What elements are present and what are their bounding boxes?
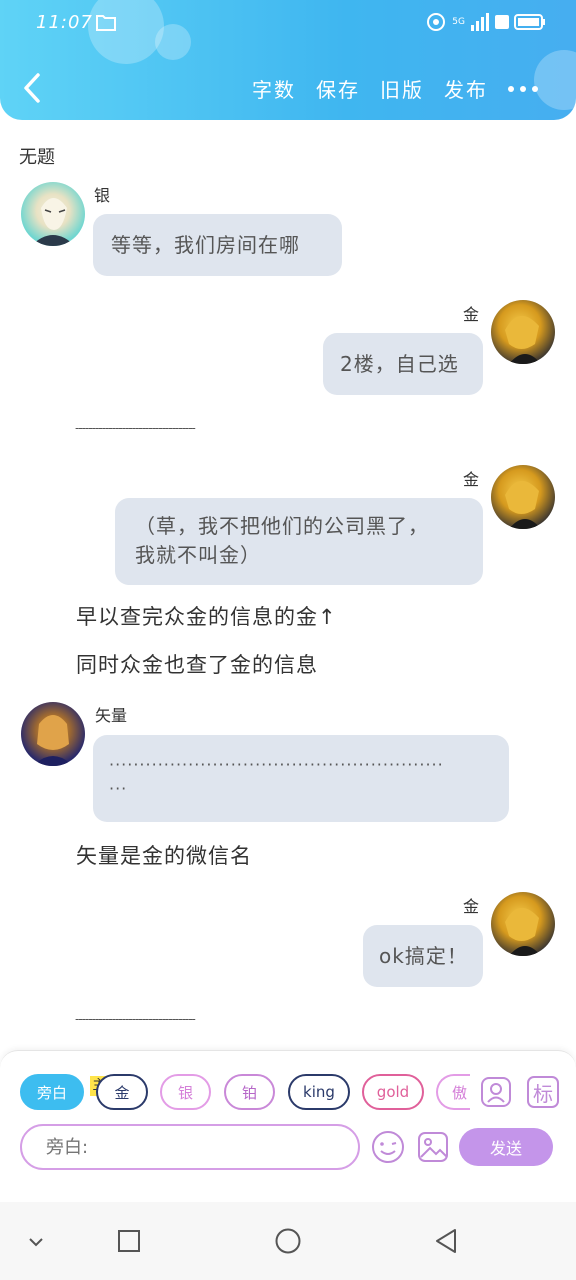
narration-text: 同时众金也查了金的信息 xyxy=(76,653,318,677)
role-chip-narrator[interactable]: 旁白 xyxy=(20,1074,84,1110)
status-time: 11:07 xyxy=(36,12,93,33)
more-button[interactable] xyxy=(508,86,538,92)
narration-text: 矢量是金的微信名 xyxy=(76,844,252,868)
chevron-down-icon xyxy=(29,1238,43,1247)
role-chip-bo[interactable]: 铂 xyxy=(224,1074,275,1110)
system-nav-bar xyxy=(0,1202,576,1280)
message-bubble[interactable]: 2楼，自己选 xyxy=(323,333,483,395)
chevron-left-icon xyxy=(24,73,40,103)
publish-button[interactable]: 发布 xyxy=(444,74,488,103)
nav-collapse-button[interactable] xyxy=(28,1233,44,1252)
decor-bubble xyxy=(534,50,576,110)
emoji-button[interactable] xyxy=(371,1130,405,1168)
message-bubble[interactable]: ok搞定！ xyxy=(363,925,483,987)
send-button[interactable]: 发送 xyxy=(459,1128,553,1166)
role-chip-jin[interactable]: 金 xyxy=(96,1074,148,1110)
avatar[interactable] xyxy=(491,892,555,956)
network-label: 5G xyxy=(452,17,465,27)
role-chip-ao[interactable]: 傲 xyxy=(436,1074,470,1110)
speaker-name: 矢量 xyxy=(95,706,128,725)
nav-back-button[interactable] xyxy=(434,1228,458,1258)
narration-text: 早以查完众金的信息的金↑ xyxy=(76,605,337,629)
role-chip-yin[interactable]: 银 xyxy=(160,1074,211,1110)
app-header: 11:07 5G 字数 保存 旧版 发布 xyxy=(0,0,576,120)
message-bubble[interactable]: 等等，我们房间在哪 xyxy=(93,214,342,276)
image-icon xyxy=(418,1132,448,1162)
scene-divider: ------------------------------------ xyxy=(75,1012,196,1026)
speaker-name: 金 xyxy=(463,470,480,489)
word-count-button[interactable]: 字数 xyxy=(252,74,296,103)
message-line: （草，我不把他们的公司黑了， xyxy=(135,514,429,538)
speaker-name: 银 xyxy=(94,186,111,205)
nav-recents-button[interactable] xyxy=(118,1230,140,1256)
document-title: 无题 xyxy=(19,147,55,168)
mark-button[interactable]: 标 xyxy=(527,1076,559,1108)
emoji-icon xyxy=(372,1131,404,1163)
image-button[interactable] xyxy=(417,1131,449,1167)
back-button[interactable] xyxy=(18,70,48,106)
battery-icon xyxy=(514,14,545,30)
save-button[interactable]: 保存 xyxy=(316,74,360,103)
status-icons: 5G xyxy=(425,11,546,33)
scene-divider: ------------------------------------ xyxy=(75,421,196,435)
message-input[interactable] xyxy=(20,1124,360,1170)
avatar[interactable] xyxy=(491,300,555,364)
message-bubble[interactable]: （草，我不把他们的公司黑了， 我就不叫金） xyxy=(115,498,483,585)
role-chip-king[interactable]: king xyxy=(288,1074,350,1110)
message-line: ········································… xyxy=(109,755,444,774)
person-icon xyxy=(481,1077,511,1107)
signal-icon xyxy=(471,13,489,31)
avatar[interactable] xyxy=(21,182,85,246)
hd-icon xyxy=(495,15,509,29)
circle-icon xyxy=(275,1228,301,1254)
speaker-name: 金 xyxy=(463,305,480,324)
avatar[interactable] xyxy=(21,702,85,766)
message-bubble[interactable]: ········································… xyxy=(93,735,509,822)
nav-actions: 字数 保存 旧版 发布 xyxy=(252,74,488,103)
location-icon xyxy=(427,13,446,31)
decor-bubble xyxy=(155,24,191,60)
role-chip-gold[interactable]: gold xyxy=(362,1074,424,1110)
avatar[interactable] xyxy=(491,465,555,529)
old-version-button[interactable]: 旧版 xyxy=(380,74,424,103)
square-icon xyxy=(118,1230,140,1252)
triangle-back-icon xyxy=(436,1229,456,1253)
nav-home-button[interactable] xyxy=(275,1228,301,1258)
speaker-name: 金 xyxy=(463,897,480,916)
role-manage-button[interactable] xyxy=(480,1076,512,1112)
message-line: 我就不叫金） xyxy=(135,543,261,567)
message-line: ··· xyxy=(109,779,128,798)
folder-icon xyxy=(96,13,116,35)
